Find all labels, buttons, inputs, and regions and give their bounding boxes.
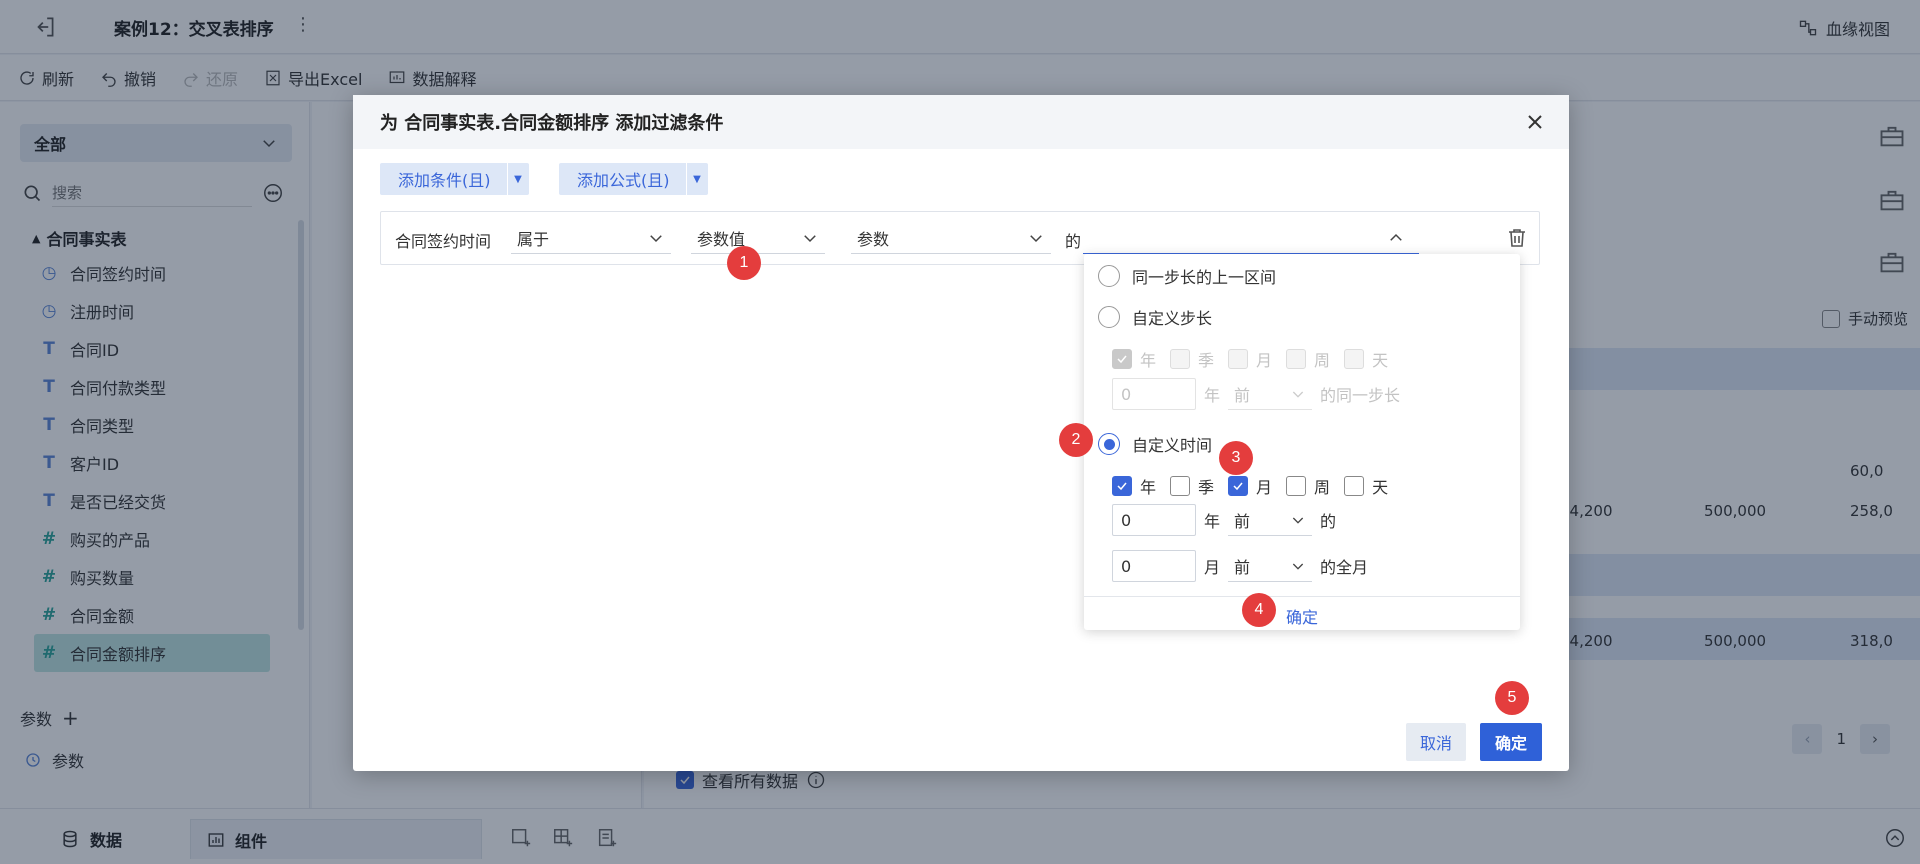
year-direction-value: 前 <box>1234 511 1251 531</box>
year-offset-row: 0 年 前 的 <box>1112 504 1336 536</box>
close-icon[interactable] <box>1523 110 1547 134</box>
dialog-header: 为 合同事实表.合同金额排序 添加过滤条件 <box>353 95 1569 149</box>
year-direction-select[interactable]: 前 <box>1228 504 1313 536</box>
month-unit-label: 月 <box>1204 558 1221 577</box>
trash-icon[interactable] <box>1505 226 1529 250</box>
check-icon <box>1117 355 1127 364</box>
add-formula-label: 添加公式(且) <box>577 171 670 190</box>
step-direction-select: 前 <box>1228 378 1313 410</box>
option-custom-time[interactable]: 自定义时间 <box>1098 432 1212 456</box>
step-badge: 3 <box>1219 441 1253 475</box>
option-custom-step[interactable]: 自定义步长 <box>1098 305 1212 329</box>
checkbox-day-disabled <box>1344 349 1365 369</box>
month-suffix-label: 的全月 <box>1320 558 1369 577</box>
param-select[interactable]: 参数 <box>851 222 1051 254</box>
radio-button[interactable] <box>1098 306 1120 328</box>
operator-select[interactable]: 属于 <box>511 222 671 254</box>
chevron-down-icon <box>1292 563 1304 570</box>
operator-value: 属于 <box>517 229 550 249</box>
step-units-disabled: 年 季 月 周 天 <box>1112 347 1402 371</box>
condition-field: 合同签约时间 <box>395 232 492 251</box>
add-formula-button[interactable]: 添加公式(且) ▼ <box>559 163 708 195</box>
step-suffix-label: 的同一步长 <box>1320 386 1401 405</box>
unit-label: 天 <box>1372 351 1389 370</box>
step-badge: 1 <box>727 246 761 280</box>
step-input-row: 0 年 前 的同一步长 <box>1112 378 1400 410</box>
year-offset-input[interactable]: 0 <box>1112 504 1196 536</box>
unit-label: 季 <box>1198 351 1215 370</box>
checkbox-day[interactable] <box>1344 476 1365 496</box>
unit-label: 周 <box>1314 478 1331 497</box>
time-range-select[interactable] <box>1083 222 1419 254</box>
option-label: 自定义步长 <box>1132 309 1213 328</box>
step-value-input: 0 <box>1112 378 1196 410</box>
dropdown-confirm-button[interactable]: 确定 <box>1084 604 1520 628</box>
radio-button[interactable] <box>1098 265 1120 287</box>
chevron-down-icon <box>1292 517 1304 524</box>
value-type-select[interactable]: 参数值 <box>691 222 825 254</box>
checkbox-month-disabled <box>1228 349 1249 369</box>
check-icon <box>1117 482 1127 491</box>
unit-label: 月 <box>1256 351 1273 370</box>
checkbox-quarter[interactable] <box>1170 476 1191 496</box>
chevron-down-icon <box>1292 391 1304 398</box>
month-offset-row: 0 月 前 的全月 <box>1112 550 1368 582</box>
unit-label: 周 <box>1314 351 1331 370</box>
checkbox-quarter-disabled <box>1170 349 1191 369</box>
checkbox-year-disabled <box>1112 349 1132 369</box>
checkbox-week-disabled <box>1286 349 1307 369</box>
month-direction-value: 前 <box>1234 557 1251 577</box>
dialog-title: 为 合同事实表.合同金额排序 添加过滤条件 <box>380 113 724 134</box>
option-label: 自定义时间 <box>1132 436 1213 455</box>
chevron-down-icon <box>650 234 662 242</box>
caret-down-icon[interactable]: ▼ <box>506 163 529 195</box>
of-label: 的 <box>1065 232 1082 251</box>
chevron-up-icon <box>1390 233 1402 241</box>
unit-label: 天 <box>1372 478 1389 497</box>
year-suffix-label: 的 <box>1320 512 1337 531</box>
time-units: 年 季 月 周 天 <box>1112 474 1402 498</box>
divider <box>1084 596 1520 597</box>
param-value: 参数 <box>857 229 890 249</box>
add-condition-button[interactable]: 添加条件(且) ▼ <box>380 163 529 195</box>
option-previous-interval[interactable]: 同一步长的上一区间 <box>1098 264 1276 288</box>
add-condition-label: 添加条件(且) <box>398 171 491 190</box>
step-unit-label: 年 <box>1204 386 1221 405</box>
unit-label: 年 <box>1140 478 1157 497</box>
step-direction-value: 前 <box>1234 385 1251 405</box>
check-icon <box>1233 482 1243 491</box>
chevron-down-icon <box>804 234 816 242</box>
checkbox-month[interactable] <box>1228 476 1249 496</box>
unit-label: 年 <box>1140 351 1157 370</box>
chevron-down-icon <box>1030 234 1042 242</box>
checkbox-week[interactable] <box>1286 476 1307 496</box>
step-badge: 4 <box>1242 593 1276 627</box>
time-options-dropdown: 同一步长的上一区间 自定义步长 年 季 月 周 天 0 年 前 的同一步长 自定… <box>1084 254 1520 630</box>
month-offset-input[interactable]: 0 <box>1112 550 1196 582</box>
option-label: 同一步长的上一区间 <box>1132 268 1277 287</box>
unit-label: 季 <box>1198 478 1215 497</box>
step-badge: 5 <box>1495 681 1529 715</box>
caret-down-icon[interactable]: ▼ <box>685 163 708 195</box>
step-badge: 2 <box>1059 423 1093 457</box>
confirm-button[interactable]: 确定 <box>1480 723 1542 761</box>
radio-button-selected[interactable] <box>1098 433 1120 455</box>
month-direction-select[interactable]: 前 <box>1228 550 1313 582</box>
cancel-button[interactable]: 取消 <box>1406 723 1466 761</box>
unit-label: 月 <box>1256 478 1273 497</box>
checkbox-year[interactable] <box>1112 476 1132 496</box>
year-unit-label: 年 <box>1204 512 1221 531</box>
